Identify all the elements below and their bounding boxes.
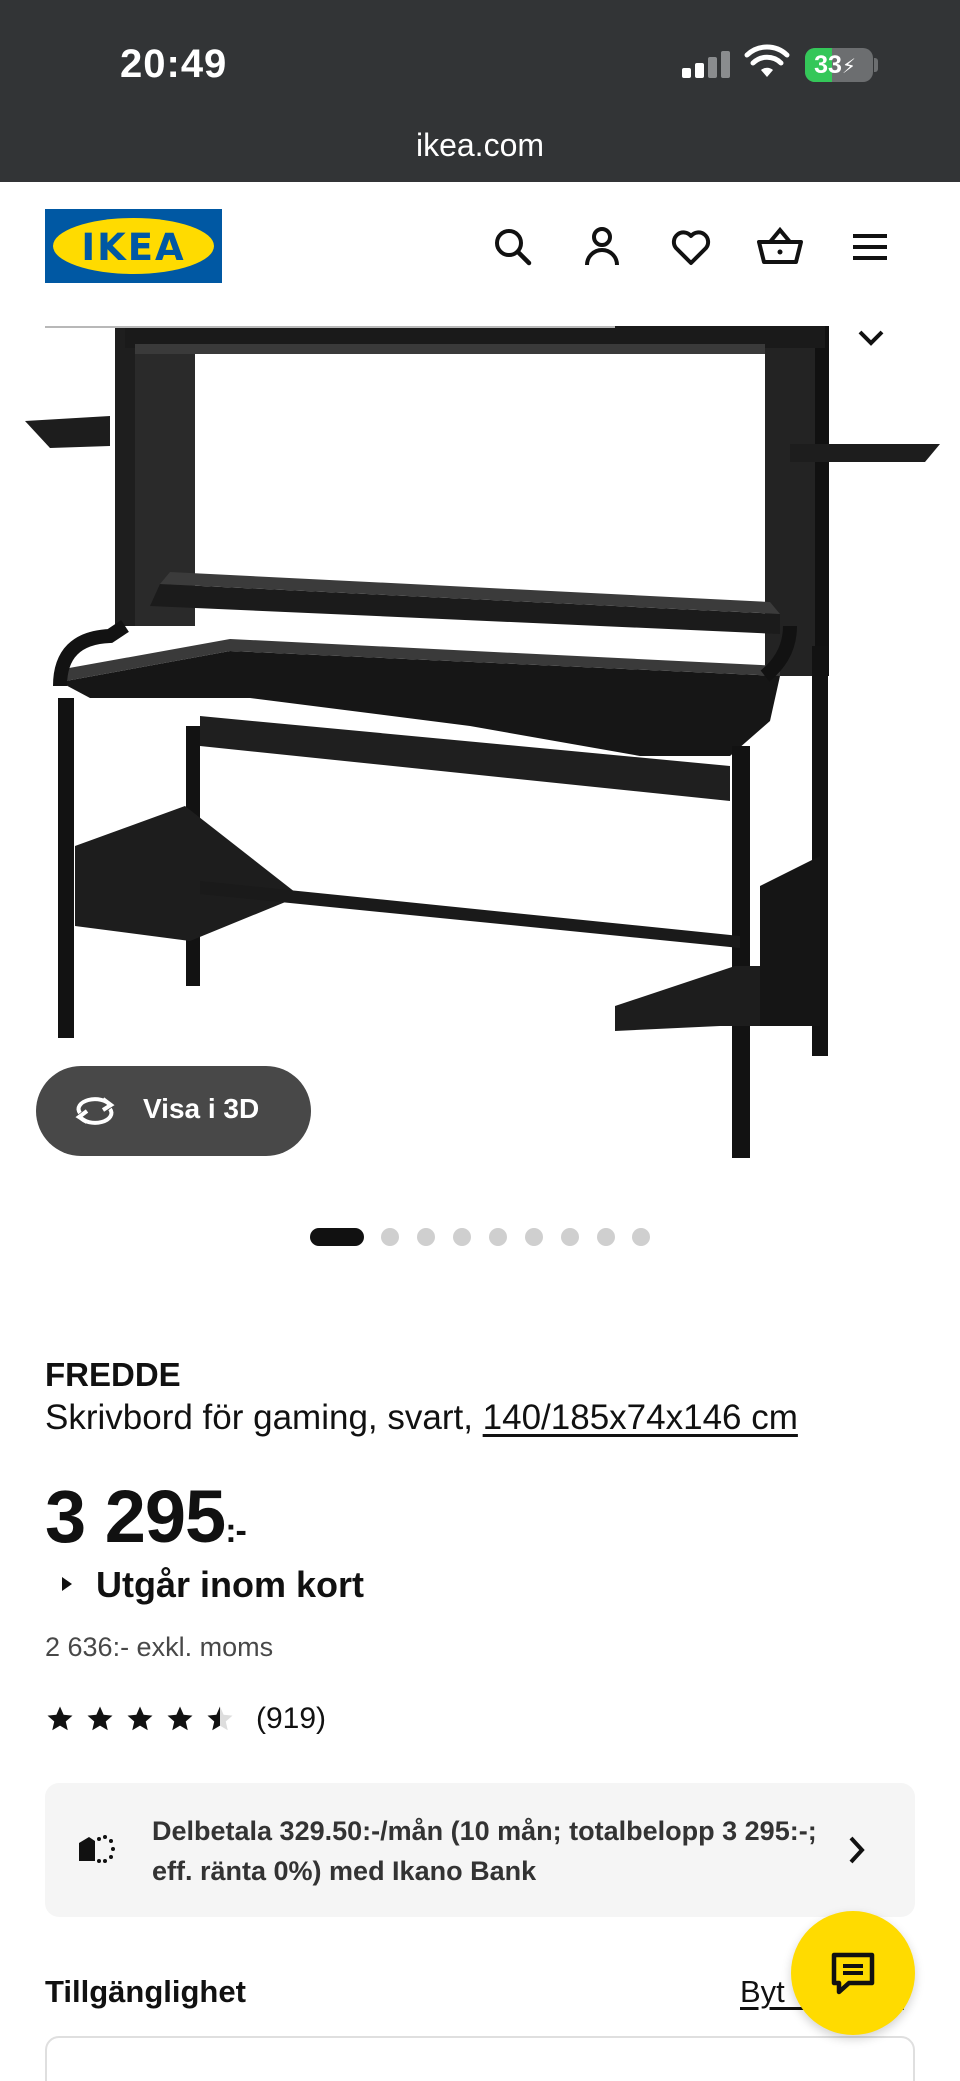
- cellular-signal-icon: [682, 50, 734, 78]
- price-excl-vat: 2 636:- exkl. moms: [45, 1632, 274, 1662]
- gaming-desk-image: [25, 326, 940, 1158]
- gallery-pagination: [0, 1226, 960, 1246]
- gallery-dot[interactable]: [525, 1228, 543, 1246]
- star-full-icon: [87, 1706, 113, 1731]
- star-half-icon: [207, 1706, 233, 1731]
- financing-text: Delbetala 329.50:-/mån (10 mån; totalbel…: [152, 1816, 817, 1886]
- ikea-logo[interactable]: IKEA: [45, 209, 222, 283]
- stock-notice[interactable]: Utgår inom kort: [62, 1564, 364, 1606]
- site-header: IKEA: [0, 182, 960, 326]
- expand-triangle-icon: [62, 1577, 72, 1592]
- review-count[interactable]: (919): [256, 1702, 326, 1736]
- heart-icon[interactable]: [666, 222, 716, 272]
- search-icon[interactable]: [488, 222, 538, 272]
- stock-notice-label: Utgår inom kort: [96, 1564, 365, 1605]
- product-price: 3 295:-: [45, 1474, 247, 1559]
- product-dimensions-link[interactable]: 140/185x74x146 cm: [483, 1398, 798, 1437]
- wifi-icon: [744, 44, 790, 77]
- battery-level: 33: [814, 51, 842, 79]
- view-in-3d-label: Visa i 3D: [143, 1093, 260, 1124]
- availability-heading: Tillgänglighet: [45, 1974, 246, 2009]
- gallery-dot[interactable]: [632, 1228, 650, 1246]
- view-in-3d-button[interactable]: Visa i 3D: [36, 1066, 311, 1156]
- chat-button[interactable]: [791, 1911, 915, 2035]
- battery-indicator: 33⚡: [805, 48, 873, 82]
- gallery-dot[interactable]: [417, 1228, 435, 1246]
- browser-top-bar: 20:49 33⚡ ikea.com: [0, 0, 960, 182]
- status-time: 20:49: [120, 42, 228, 86]
- menu-icon[interactable]: [845, 222, 895, 272]
- address-bar-url[interactable]: ikea.com: [0, 127, 960, 164]
- gallery-dot[interactable]: [597, 1228, 615, 1246]
- financing-banner[interactable]: Delbetala 329.50:-/mån (10 mån; totalbel…: [45, 1783, 915, 1917]
- chevron-right-icon: [849, 1836, 865, 1864]
- gallery-dot[interactable]: [381, 1228, 399, 1246]
- star-full-icon: [127, 1706, 153, 1731]
- star-full-icon: [47, 1706, 73, 1731]
- image-top-divider: [45, 326, 615, 328]
- logo-text: IKEA: [81, 226, 186, 269]
- chat-icon: [831, 1952, 875, 1995]
- account-icon[interactable]: [577, 222, 627, 272]
- gallery-dot[interactable]: [561, 1228, 579, 1246]
- installment-payment-icon: [79, 1835, 115, 1863]
- price-amount: 3 295: [45, 1475, 226, 1558]
- basket-icon[interactable]: [755, 222, 805, 272]
- price-suffix: :-: [225, 1512, 247, 1550]
- star-full-icon: [167, 1706, 193, 1731]
- product-image[interactable]: [0, 326, 960, 1181]
- rotate-3d-icon: [75, 1097, 115, 1125]
- gallery-dot[interactable]: [310, 1228, 364, 1246]
- product-name: FREDDE: [45, 1356, 181, 1393]
- gallery-dot[interactable]: [489, 1228, 507, 1246]
- product-description: Skrivbord för gaming, svart, 140/185x74x…: [45, 1398, 798, 1438]
- store-availability-box[interactable]: [45, 2036, 915, 2081]
- product-type: Skrivbord för gaming, svart,: [45, 1398, 483, 1437]
- battery-tip: [874, 58, 878, 72]
- gallery-dot[interactable]: [453, 1228, 471, 1246]
